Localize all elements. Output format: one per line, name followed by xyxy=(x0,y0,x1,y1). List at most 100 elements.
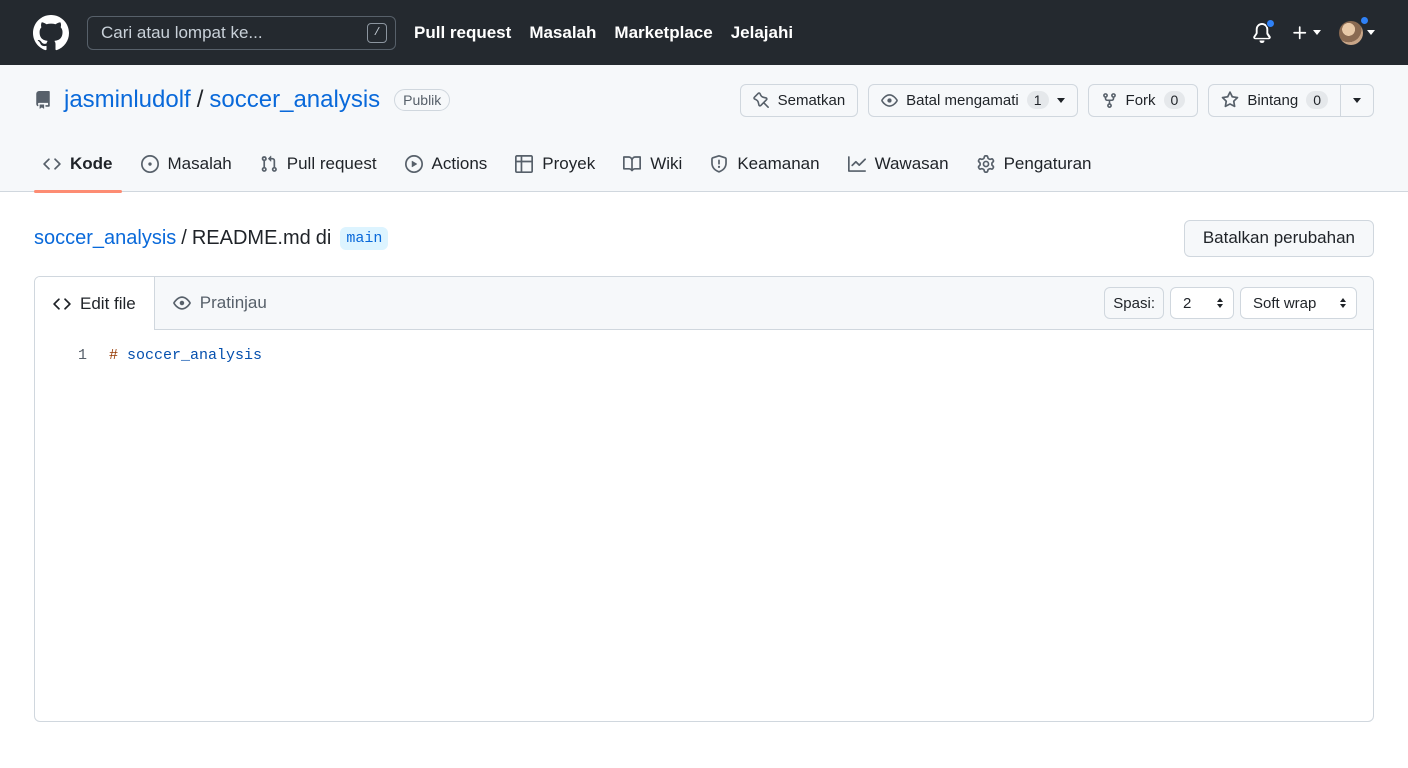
notifications-button[interactable] xyxy=(1251,18,1275,44)
notification-indicator xyxy=(1266,18,1275,28)
nav-issues[interactable]: Masalah xyxy=(529,23,596,43)
file-name: README.md xyxy=(191,226,311,249)
pull-request-icon xyxy=(261,155,277,172)
nav-explore[interactable]: Jelajahi xyxy=(731,23,793,43)
watch-label: Batal mengamati xyxy=(906,91,1019,109)
play-icon xyxy=(404,154,423,173)
global-search[interactable]: / xyxy=(87,15,396,50)
tab-pull-requests[interactable]: Pull request xyxy=(251,135,386,192)
tab-label: Proyek xyxy=(542,153,596,173)
tab-label: Keamanan xyxy=(737,153,820,173)
eye-icon xyxy=(881,93,899,107)
markdown-heading-text: soccer_analysis xyxy=(127,346,263,364)
tab-label: Kode xyxy=(70,153,113,173)
repo-icon xyxy=(34,90,54,110)
tab-label: Edit file xyxy=(80,293,136,313)
watch-button[interactable]: Batal mengamati 1 xyxy=(868,83,1078,117)
code-line-text[interactable]: # soccer_analysis xyxy=(109,347,262,364)
tab-label: Actions xyxy=(431,153,488,173)
code-icon xyxy=(43,157,61,170)
search-input[interactable] xyxy=(101,22,351,43)
tab-label: Masalah xyxy=(167,153,232,173)
tab-code[interactable]: Kode xyxy=(34,135,122,193)
repo-owner-link[interactable]: jasminludolf xyxy=(64,86,191,114)
tab-label: Wawasan xyxy=(874,153,949,173)
editor-options: Spasi: 2 Soft wrap xyxy=(1104,277,1373,329)
indent-size-value: 2 xyxy=(1183,294,1192,312)
star-list-dropdown[interactable] xyxy=(1341,83,1374,117)
tab-label: Pengaturan xyxy=(1003,153,1092,173)
tab-settings[interactable]: Pengaturan xyxy=(968,135,1101,192)
avatar-status-indicator xyxy=(1360,15,1369,25)
tab-label: Pull request xyxy=(286,153,377,173)
top-navigation: Pull request Masalah Marketplace Jelajah… xyxy=(414,23,793,43)
star-button[interactable]: Bintang 0 xyxy=(1208,83,1341,117)
avatar xyxy=(1339,15,1369,45)
tab-label: Pratinjau xyxy=(199,293,267,312)
pin-icon xyxy=(752,91,769,108)
tab-label: Wiki xyxy=(650,153,683,173)
chevron-down-icon xyxy=(1353,97,1361,103)
eye-icon xyxy=(172,296,191,310)
fork-label: Fork xyxy=(1125,91,1156,109)
editor-toolbar: Edit file Pratinjau Spasi: 2 Soft wrap xyxy=(35,277,1373,330)
repo-actions: Sematkan Batal mengamati 1 Fork 0 Bintan… xyxy=(739,83,1374,117)
star-button-group: Bintang 0 xyxy=(1208,83,1374,117)
indent-size-select[interactable]: 2 xyxy=(1170,287,1234,319)
pin-button[interactable]: Sematkan xyxy=(739,83,859,117)
shield-icon xyxy=(711,154,728,173)
repo-title: jasminludolf / soccer_analysis Publik xyxy=(34,86,451,114)
repo-name-link[interactable]: soccer_analysis xyxy=(209,86,380,114)
table-icon xyxy=(515,154,534,173)
tab-wiki[interactable]: Wiki xyxy=(614,135,691,192)
code-line: 1 # soccer_analysis xyxy=(35,344,1373,366)
graph-icon xyxy=(847,155,866,172)
branch-name[interactable]: main xyxy=(340,226,389,250)
markdown-heading-marker: # xyxy=(109,346,119,364)
search-shortcut-key: / xyxy=(367,22,387,43)
fork-button[interactable]: Fork 0 xyxy=(1087,83,1199,117)
breadcrumb-repo-link[interactable]: soccer_analysis xyxy=(34,227,176,250)
tab-projects[interactable]: Proyek xyxy=(506,135,604,192)
tab-edit-file[interactable]: Edit file xyxy=(35,277,155,330)
file-editor: Edit file Pratinjau Spasi: 2 Soft wrap 1… xyxy=(34,276,1374,722)
line-number: 1 xyxy=(77,346,87,364)
chevron-down-icon xyxy=(1367,30,1375,35)
global-header: / Pull request Masalah Marketplace Jelaj… xyxy=(0,0,1408,65)
plus-icon xyxy=(1293,25,1307,39)
chevron-down-icon xyxy=(1056,97,1065,103)
user-menu[interactable] xyxy=(1339,15,1375,45)
breadcrumb: soccer_analysis / README.md di main xyxy=(34,226,389,250)
nav-marketplace[interactable]: Marketplace xyxy=(614,23,712,43)
tab-preview[interactable]: Pratinjau xyxy=(155,277,285,329)
code-editor[interactable]: 1 # soccer_analysis xyxy=(35,330,1373,366)
star-icon xyxy=(1221,91,1239,108)
select-arrows-icon xyxy=(1340,298,1346,308)
header-actions xyxy=(1251,15,1375,45)
pin-label: Sematkan xyxy=(777,91,846,109)
repo-tabs: Kode Masalah Pull request Actions Proyek… xyxy=(34,135,1374,193)
breadcrumb-separator: / xyxy=(181,226,187,249)
wrap-mode-select[interactable]: Soft wrap xyxy=(1240,287,1357,319)
repo-separator: / xyxy=(196,86,204,113)
tab-security[interactable]: Keamanan xyxy=(701,135,828,192)
code-icon xyxy=(53,297,71,310)
issue-icon xyxy=(140,154,159,173)
visibility-badge: Publik xyxy=(394,89,451,111)
gear-icon xyxy=(977,154,994,173)
file-path-row: soccer_analysis / README.md di main Bata… xyxy=(34,192,1374,276)
create-new-menu[interactable] xyxy=(1291,24,1321,42)
chevron-down-icon xyxy=(1313,30,1321,35)
indent-mode-label: Spasi: xyxy=(1104,287,1164,319)
tab-insights[interactable]: Wawasan xyxy=(839,135,958,192)
github-logo-icon[interactable] xyxy=(33,14,69,51)
main-content: soccer_analysis / README.md di main Bata… xyxy=(0,192,1408,722)
tab-actions[interactable]: Actions xyxy=(396,135,497,192)
fork-icon xyxy=(1102,92,1116,108)
cancel-changes-button[interactable]: Batalkan perubahan xyxy=(1183,219,1374,257)
book-icon xyxy=(623,155,642,171)
tab-issues[interactable]: Masalah xyxy=(132,135,241,192)
repository-header: jasminludolf / soccer_analysis Publik Se… xyxy=(0,65,1408,193)
nav-pull-requests[interactable]: Pull request xyxy=(414,23,511,43)
select-arrows-icon xyxy=(1217,298,1223,308)
